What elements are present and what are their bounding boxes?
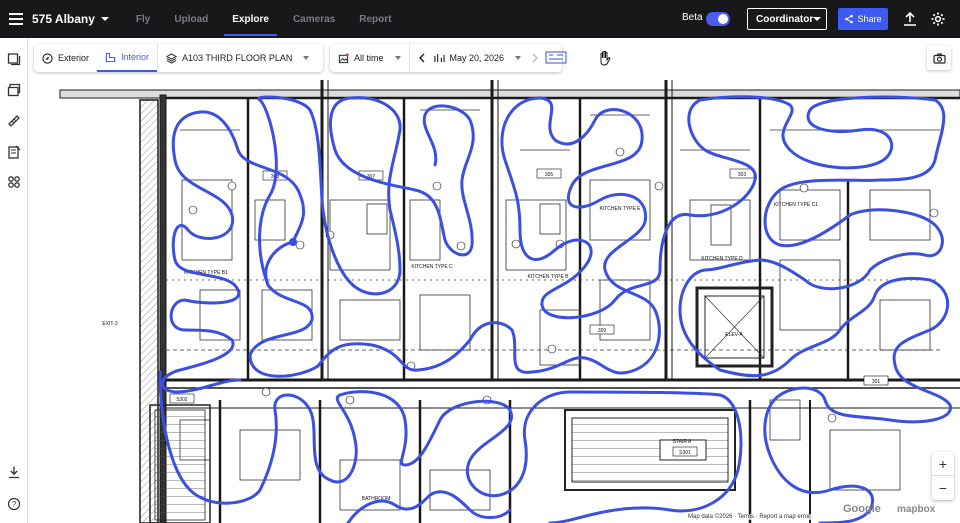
exterior-tab[interactable]: Exterior [34,44,97,72]
chevron-down-icon [515,56,522,60]
date-label: May 20, 2026 [449,53,505,63]
compass-icon [42,52,53,64]
prev-date-button[interactable] [410,44,430,72]
beta-label: Beta [682,12,703,23]
room-tag-301: 301 [872,379,881,385]
nav-tab-cameras[interactable]: Cameras [281,0,347,38]
date-selector[interactable]: May 20, 2026 [430,44,526,72]
svg-text:?: ? [12,500,17,509]
main-nav: Fly Upload Explore Cameras Report [124,0,404,38]
chevron-down-icon [100,17,109,21]
zoom-in-button[interactable]: + [932,452,954,476]
chevron-down-icon [813,17,822,21]
layers-icon [166,52,178,64]
beta-toggle[interactable] [706,12,730,26]
share-icon [845,14,854,24]
view-toolbar: Exterior Interior A103 THIRD FLOOR PLAN [34,44,323,72]
floor-selector[interactable]: A103 THIRD FLOOR PLAN [158,44,317,72]
google-logo: Google [843,503,881,515]
layers-panel-icon[interactable] [7,52,21,66]
compare-view-icon[interactable] [545,49,567,65]
room-tag-s301: S301 [679,450,691,456]
nav-tab-explore[interactable]: Explore [220,0,281,38]
map-attribution[interactable]: Map data ©2026 · Terms · Report a map er… [686,514,813,520]
time-filter[interactable]: All time [330,44,409,72]
kitchen-b-label: KITCHEN TYPE B [527,274,569,280]
pan-hand-icon[interactable] [598,50,612,66]
room-tag-309: 309 [598,328,607,334]
elevator-label: ELEV-A [725,332,743,338]
notes-icon[interactable] [7,145,21,159]
kitchen-d-label: KITCHEN TYPE D [701,256,743,262]
room-tag-303: 303 [738,172,747,178]
gear-icon[interactable] [930,11,946,27]
left-tool-rail: ? [0,38,28,523]
nav-tab-fly[interactable]: Fly [124,0,162,38]
chevron-down-icon [394,56,401,60]
floorplan-icon [105,52,116,62]
current-location-marker [289,238,297,246]
zoom-out-button[interactable]: − [932,476,954,500]
zoom-control: + − [932,452,954,500]
image-filter-icon [338,52,349,63]
room-tag-5302: 5302 [176,397,187,403]
role-label: Coordinator [756,13,814,25]
timeline-icon [433,53,445,62]
kitchen-e-label: KITCHEN TYPE E [599,206,641,212]
stair-label: STAIR A [673,439,692,445]
exit-label: EXIT-3 [102,321,118,327]
upload-icon[interactable] [902,11,918,27]
mapbox-logo: mapbox [897,504,936,515]
interior-tab[interactable]: Interior [97,44,158,72]
stair-a [564,409,736,491]
screenshot-button[interactable] [927,46,951,70]
help-icon[interactable]: ? [7,497,21,511]
exterior-label: Exterior [58,53,90,63]
stair-left [149,404,211,523]
project-name: 575 Albany [32,12,95,26]
top-bar: 575 Albany Fly Upload Explore Cameras Re… [0,0,960,38]
interior-label: Interior [121,52,150,62]
chevron-right-icon [532,53,539,63]
gallery-icon[interactable] [7,83,21,97]
nav-tab-upload[interactable]: Upload [162,0,220,38]
project-selector[interactable]: 575 Albany [32,12,109,26]
time-toolbar: All time May 20, 2026 [330,44,562,72]
floor-plan-drawing: 308 307 305 303 309 301 5302 S301 STAIR … [59,80,960,523]
camera-icon [932,52,946,64]
measure-tool-icon[interactable] [7,114,21,128]
kitchen-c-label: KITCHEN TYPE C [411,264,453,270]
share-button[interactable]: Share [838,8,888,30]
nav-tab-report[interactable]: Report [347,0,403,38]
floor-plan-map[interactable]: 308 307 305 303 309 301 5302 S301 STAIR … [28,38,960,523]
download-icon[interactable] [7,465,21,479]
share-label: Share [857,14,882,24]
chevron-down-icon [303,56,310,60]
kitchen-c1-label: KITCHEN TYPE C1 [774,202,818,208]
role-dropdown[interactable]: Coordinator [747,8,827,30]
room-tag-305: 305 [545,172,554,178]
chevron-left-icon [418,53,425,63]
time-label: All time [354,53,384,63]
apps-grid-icon[interactable] [7,175,21,189]
next-date-button[interactable] [525,44,545,72]
floor-label: A103 THIRD FLOOR PLAN [182,53,293,63]
hamburger-menu-icon[interactable] [2,0,30,38]
